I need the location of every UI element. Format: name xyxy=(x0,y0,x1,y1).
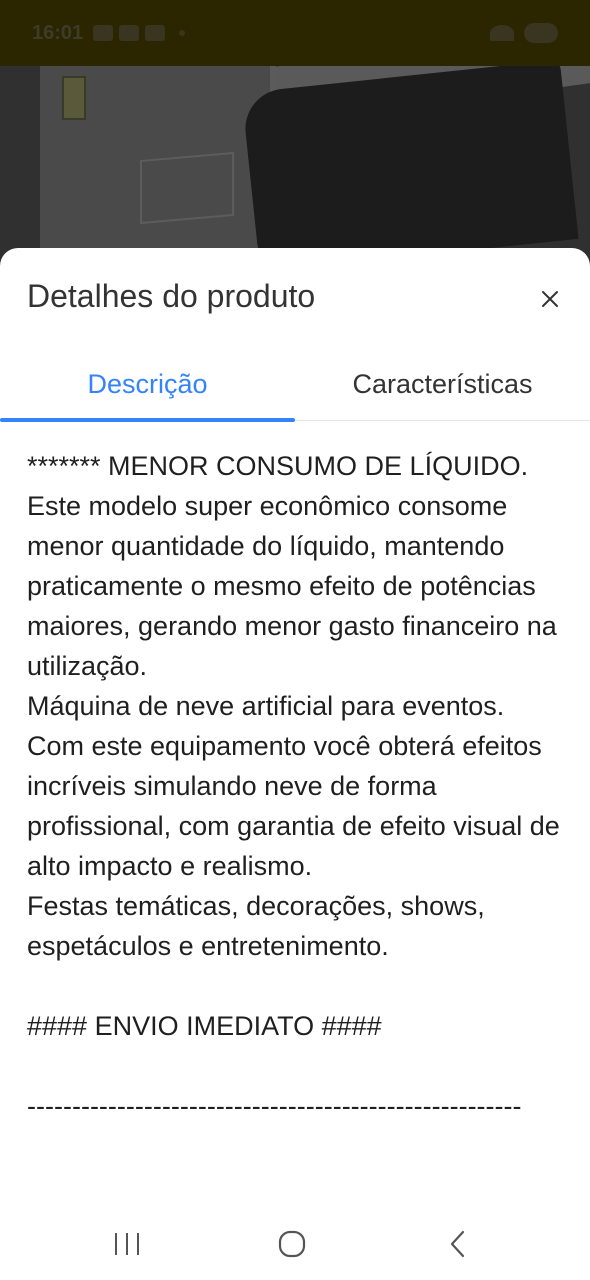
sheet-header: Detalhes do produto xyxy=(0,248,590,348)
photo-notification-icon xyxy=(145,25,166,41)
more-notifications-icon xyxy=(179,30,186,36)
tab-caracteristicas[interactable]: Características xyxy=(295,348,590,420)
tab-descricao[interactable]: Descrição xyxy=(0,348,295,420)
machine-label xyxy=(62,76,86,120)
instagram-notification-icon xyxy=(119,25,140,41)
product-description: ******* MENOR CONSUMO DE LÍQUIDO. Este m… xyxy=(27,451,560,1121)
back-button[interactable] xyxy=(428,1222,488,1266)
close-icon xyxy=(542,291,558,307)
back-icon xyxy=(450,1230,465,1258)
home-button[interactable] xyxy=(262,1222,322,1266)
navigation-bar xyxy=(0,1208,590,1280)
youtube-notification-icon xyxy=(93,25,114,41)
status-bar: 16:01 xyxy=(0,0,590,66)
home-icon xyxy=(278,1230,306,1258)
recent-apps-button[interactable] xyxy=(97,1222,157,1266)
product-image-backdrop[interactable] xyxy=(0,66,590,266)
product-details-sheet: Detalhes do produto Descrição Caracterís… xyxy=(0,248,590,1280)
battery-icon xyxy=(524,23,558,43)
recent-apps-icon xyxy=(115,1233,139,1255)
active-tab-indicator xyxy=(0,418,295,422)
status-time: 16:01 xyxy=(32,21,84,44)
close-button[interactable] xyxy=(533,282,567,316)
machine-side xyxy=(241,66,579,266)
status-right xyxy=(490,23,558,43)
wifi-icon xyxy=(490,25,514,41)
sheet-title: Detalhes do produto xyxy=(27,278,316,314)
tabs: Descrição Características xyxy=(0,348,590,422)
machine-slot xyxy=(140,151,234,225)
